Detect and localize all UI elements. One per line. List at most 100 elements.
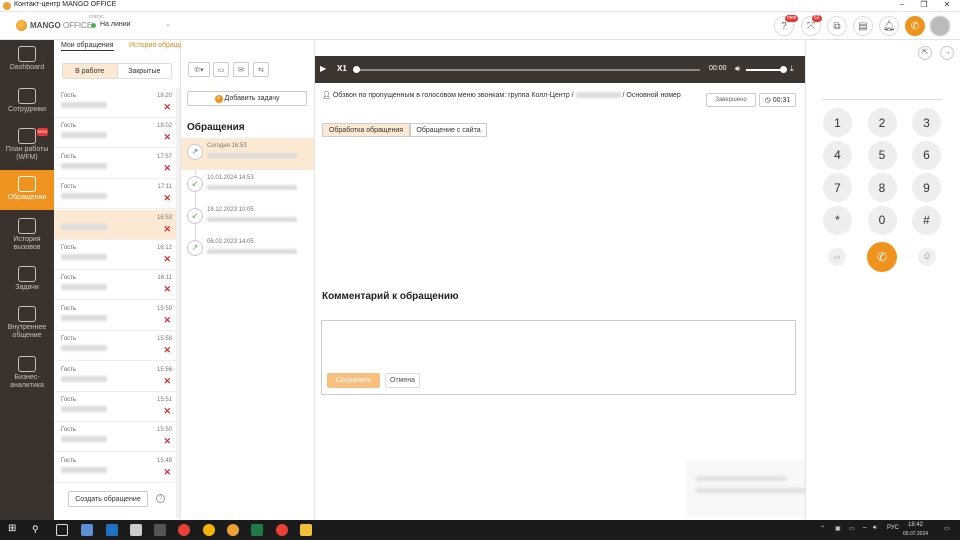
- nav-item-call-history[interactable]: История вызовов: [0, 218, 54, 256]
- volume-tray-icon[interactable]: 🔊︎: [873, 525, 877, 532]
- timeline-item[interactable]: ↙ 18.12.2023 10:05: [181, 202, 314, 234]
- status-select[interactable]: На линии: [100, 21, 131, 28]
- list-item[interactable]: 16:53 ✕: [54, 209, 176, 240]
- language-indicator[interactable]: РУС: [887, 525, 899, 531]
- nav-item-internal-chat[interactable]: Внутреннее общение: [0, 306, 54, 346]
- playback-knob[interactable]: [353, 66, 360, 73]
- close-icon[interactable]: ✕: [163, 376, 171, 387]
- tray-icon[interactable]: ▣: [835, 525, 841, 532]
- add-task-button[interactable]: + Добавить задачу: [187, 91, 307, 106]
- close-icon[interactable]: ✕: [163, 224, 171, 235]
- app-icon-yellow[interactable]: [203, 524, 215, 536]
- dialpad-key[interactable]: 7: [823, 173, 852, 202]
- clock-date[interactable]: 09.07.2024: [903, 531, 928, 537]
- folder-icon[interactable]: [300, 524, 312, 536]
- clock-time[interactable]: 18:42: [908, 522, 923, 528]
- chrome-icon-2[interactable]: [276, 524, 288, 536]
- search-icon[interactable]: ⚲: [32, 524, 44, 536]
- route-filter-icon[interactable]: ⇆: [253, 62, 269, 77]
- list-item[interactable]: Гость 16:12 ✕: [54, 240, 176, 270]
- list-item[interactable]: Гость 15:50 ✕: [54, 422, 176, 453]
- dialpad-key[interactable]: 8: [867, 173, 897, 202]
- list-item[interactable]: Гость 17:11 ✕: [54, 179, 176, 210]
- comment-filter-icon[interactable]: ▭: [213, 62, 229, 77]
- nav-item-requests[interactable]: Обращения: [0, 170, 54, 210]
- nav-item-dashboard[interactable]: Dashboard: [0, 46, 54, 78]
- minimize-button[interactable]: –: [892, 0, 912, 9]
- close-icon[interactable]: ✕: [163, 436, 171, 447]
- volume-slider[interactable]: [746, 69, 784, 71]
- maximize-button[interactable]: ❐: [914, 0, 934, 9]
- nav-item-wfm[interactable]: NEW План работы (WFM): [0, 128, 54, 170]
- nav-item-analytics[interactable]: Бизнес-аналитика: [0, 356, 54, 396]
- close-button[interactable]: ✕: [937, 0, 957, 9]
- network-icon[interactable]: ⌔: [862, 525, 868, 533]
- timeline-item[interactable]: ↗ Сегодня 16:53: [181, 138, 314, 170]
- mango-taskbar-icon[interactable]: [227, 524, 239, 536]
- close-icon[interactable]: ✕: [163, 345, 171, 356]
- volume-icon[interactable]: 🔊︎: [735, 64, 740, 74]
- print-icon[interactable]: ⎙: [918, 248, 936, 266]
- dial-number-field[interactable]: [822, 99, 942, 100]
- close-icon[interactable]: ✕: [163, 284, 171, 295]
- cancel-button[interactable]: Отмена: [385, 373, 420, 388]
- dialpad-key[interactable]: *: [823, 205, 852, 235]
- create-request-button[interactable]: Создать обращение: [68, 491, 148, 507]
- arrow-right-icon[interactable]: →: [940, 46, 954, 60]
- close-icon[interactable]: ✕: [163, 315, 171, 326]
- dialpad-key[interactable]: 9: [912, 173, 941, 202]
- tray-arrow-icon[interactable]: ⌃: [820, 525, 825, 532]
- timeline-item[interactable]: ↗ 06.02.2023 14:05: [181, 234, 314, 266]
- list-item[interactable]: Гость 18:02 ✕: [54, 118, 176, 149]
- nav-item-employees[interactable]: Сотрудники: [0, 88, 54, 120]
- dialpad-key[interactable]: #: [912, 205, 941, 235]
- app-icon[interactable]: [130, 524, 142, 536]
- list-item[interactable]: Гость 15:56 ✕: [54, 362, 176, 392]
- tab-request-processing[interactable]: Обработка обращения: [322, 123, 410, 137]
- task-view-icon[interactable]: [56, 524, 68, 536]
- files-app-icon[interactable]: [81, 524, 93, 536]
- chrome-icon[interactable]: [178, 524, 190, 536]
- close-icon[interactable]: ✕: [163, 102, 171, 113]
- dialpad-key[interactable]: 5: [867, 140, 897, 170]
- excel-icon[interactable]: [251, 524, 263, 536]
- start-icon[interactable]: ⊞: [8, 523, 20, 535]
- copy-icon[interactable]: ⧉: [827, 16, 847, 36]
- dialpad-key[interactable]: 4: [823, 140, 852, 170]
- notification-icon[interactable]: ▭: [944, 525, 950, 532]
- list-item[interactable]: Гость 16:11 ✕: [54, 270, 176, 301]
- volume-knob[interactable]: [780, 66, 787, 73]
- app-icon-dark[interactable]: [154, 524, 166, 536]
- dialpad-key[interactable]: 3: [912, 108, 941, 137]
- phone-icon[interactable]: ✆: [905, 16, 925, 36]
- download-icon[interactable]: ⤓: [790, 64, 794, 74]
- list-item[interactable]: Гость 17:57 ✕: [54, 149, 176, 179]
- segment-in-progress[interactable]: В работе: [63, 64, 117, 78]
- list-item[interactable]: Гость 15:48 ✕: [54, 453, 176, 483]
- tray-icon-2[interactable]: ▭: [849, 525, 855, 532]
- save-button[interactable]: Сохранить: [327, 373, 380, 388]
- dialpad-key[interactable]: 1: [823, 108, 852, 137]
- popout-icon[interactable]: ⇱: [918, 46, 932, 60]
- call-button[interactable]: ✆: [867, 242, 897, 272]
- close-icon[interactable]: ✕: [163, 406, 171, 417]
- avatar[interactable]: [930, 16, 950, 36]
- nav-item-tasks[interactable]: Задачи: [0, 266, 54, 296]
- list-item[interactable]: Гость 15:58 ✕: [54, 331, 176, 362]
- dialpad-key[interactable]: 0: [867, 205, 897, 235]
- chevron-down-icon[interactable]: ⌄: [165, 20, 171, 28]
- play-button[interactable]: ▶: [320, 64, 326, 73]
- message-icon[interactable]: ▭: [828, 248, 846, 266]
- segment-closed[interactable]: Закрытые: [116, 64, 171, 78]
- close-icon[interactable]: ✕: [163, 467, 171, 478]
- close-icon[interactable]: ✕: [163, 163, 171, 174]
- close-icon[interactable]: ✕: [163, 254, 171, 265]
- tab-website-request[interactable]: Обращение с сайта: [410, 123, 487, 137]
- outlook-icon[interactable]: [106, 524, 118, 536]
- tab-my-requests[interactable]: Мои обращения: [61, 42, 114, 51]
- close-icon[interactable]: ✕: [163, 132, 171, 143]
- list-item[interactable]: Гость 15:59 ✕: [54, 301, 176, 331]
- close-icon[interactable]: ✕: [163, 193, 171, 204]
- speed-button[interactable]: X1: [337, 64, 347, 73]
- list-item[interactable]: Гость 15:51 ✕: [54, 392, 176, 422]
